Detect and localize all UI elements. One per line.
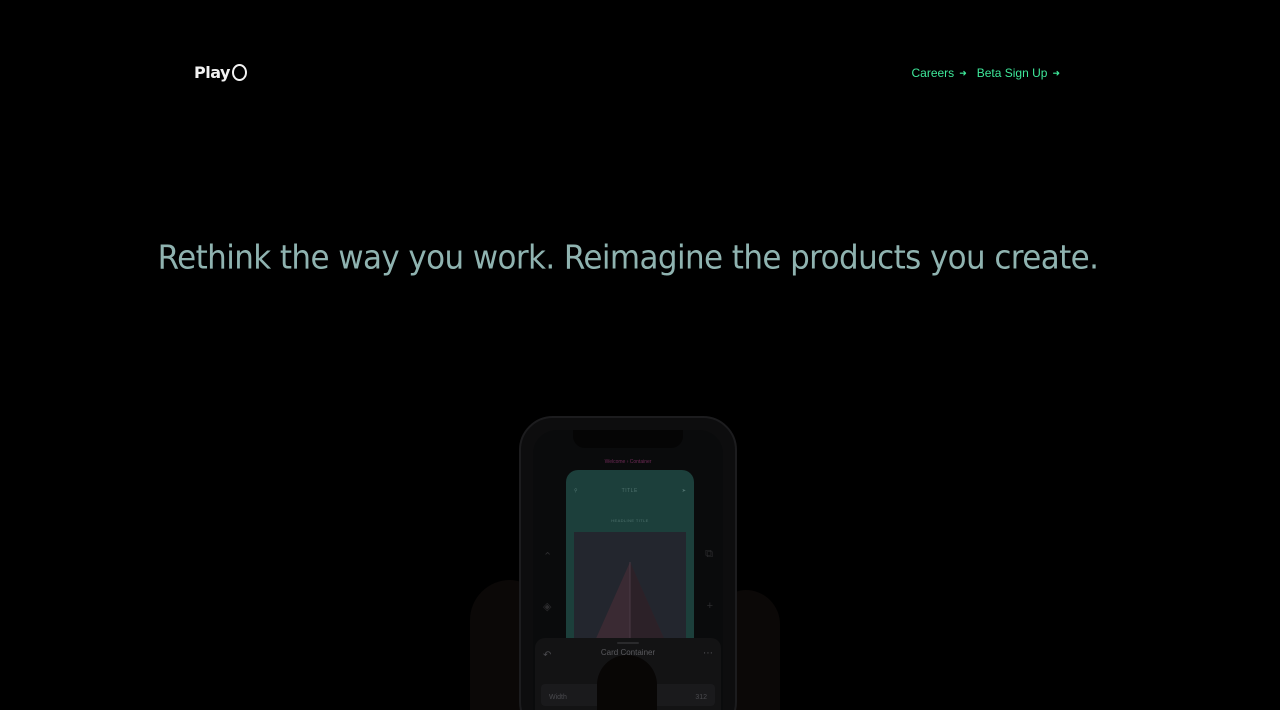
plus-icon: + (706, 600, 713, 612)
more-icon[interactable]: ⋯ (703, 648, 713, 659)
beta-signup-link[interactable]: Beta Sign Up ➜ (977, 66, 1060, 80)
playo-logo[interactable]: Play (194, 60, 247, 84)
careers-link[interactable]: Careers ➜ (912, 66, 967, 80)
top-nav: Careers ➜ Beta Sign Up ➜ (912, 66, 1061, 80)
send-icon: ➤ (681, 488, 686, 494)
search-icon: ⚲ (574, 488, 578, 494)
copy-icon: ⧉ (705, 548, 713, 560)
arrow-right-icon: ➜ (1052, 67, 1060, 78)
width-value: 312 (695, 694, 707, 701)
logo-text: Play (194, 62, 230, 82)
arrow-right-icon: ➜ (959, 67, 967, 78)
layers-icon: ◈ (543, 601, 552, 613)
chevron-up-icon: ⌃ (543, 551, 553, 563)
card-title: TITLE (621, 488, 638, 494)
landing-page: Play Careers ➜ Beta Sign Up ➜ Rethink th… (0, 0, 1280, 710)
card-subtitle: HEADLINE TITLE (611, 518, 649, 523)
hero-headline: Rethink the way you work. Reimagine the … (157, 239, 1099, 277)
beta-signup-link-label: Beta Sign Up (976, 66, 1048, 80)
card-toolbar: ⚲ TITLE ➤ (574, 488, 686, 494)
phone-breadcrumb: Welcome › Container (604, 459, 652, 465)
panel-drag-handle[interactable] (617, 642, 639, 644)
phone-notch (573, 430, 683, 448)
thumb (597, 655, 657, 710)
logo-ring-icon (231, 63, 247, 81)
width-label: Width (549, 694, 567, 701)
careers-link-label: Careers (911, 66, 955, 80)
